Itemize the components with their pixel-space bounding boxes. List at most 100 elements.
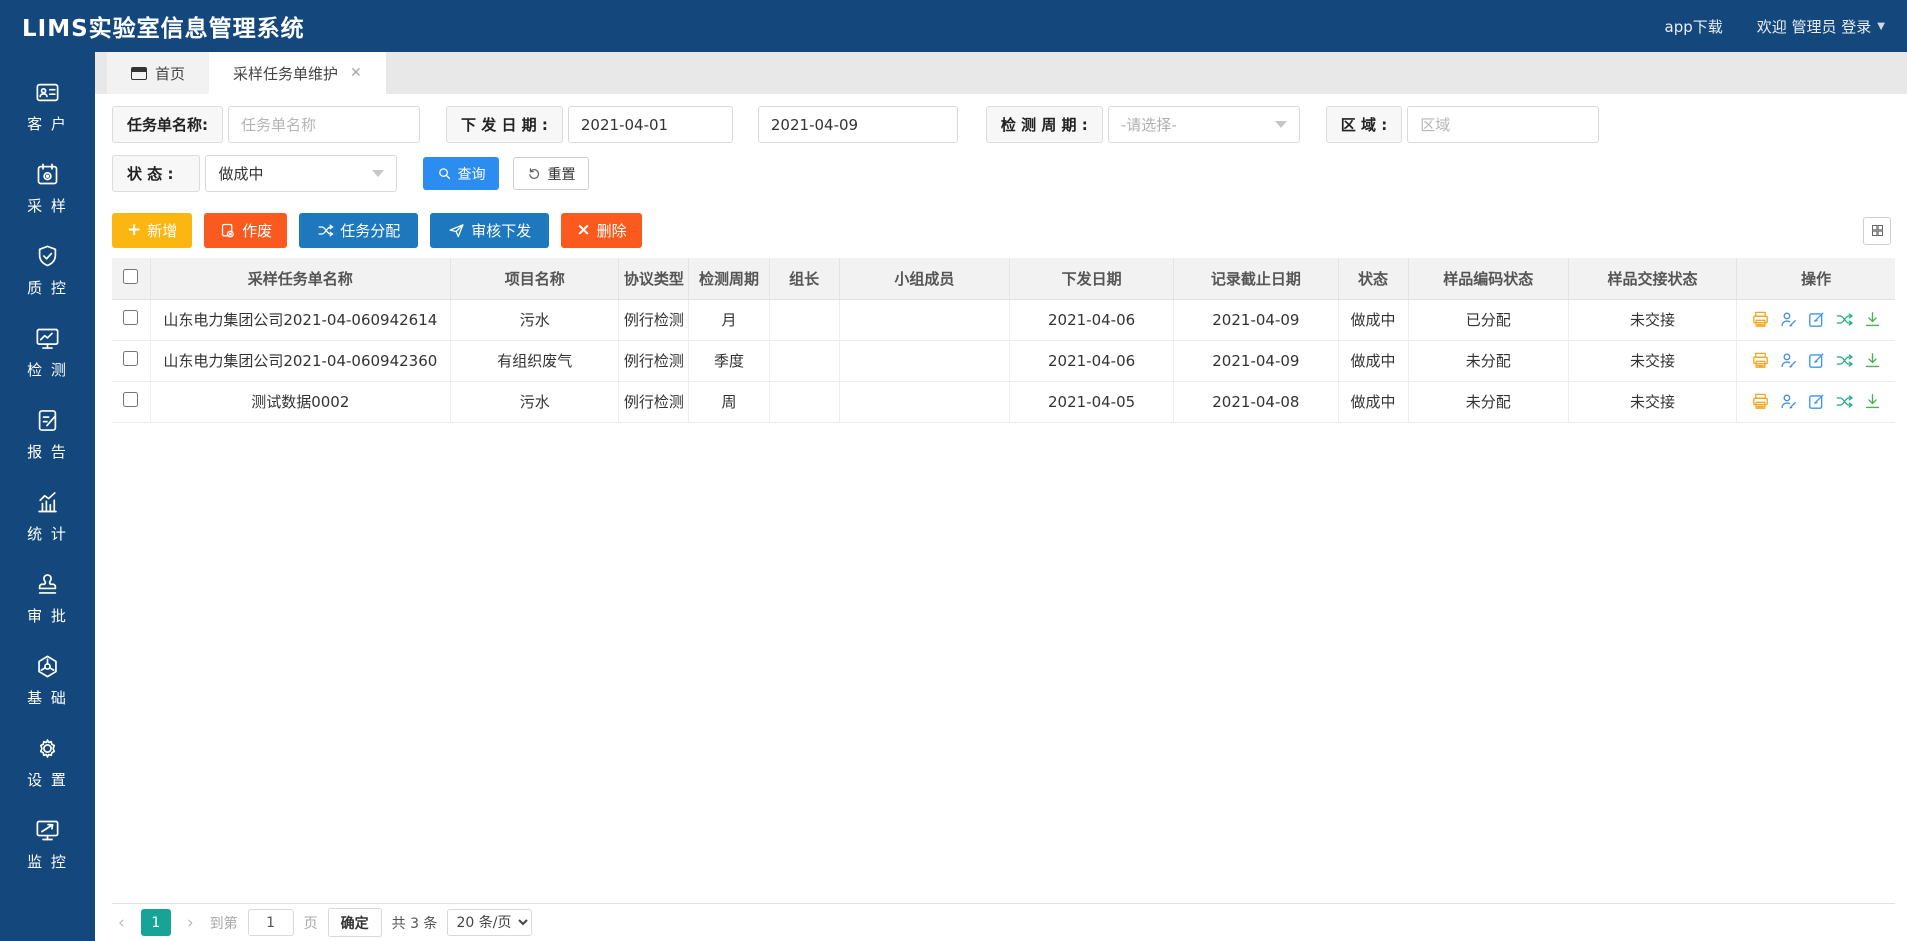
edit-icon[interactable] [1807,392,1826,411]
cell-issue-date: 2021-04-05 [1009,381,1175,423]
sidebar-label: 检 测 [27,361,68,379]
review-issue-button[interactable]: 审核下发 [430,213,550,248]
table-header-row: 采样任务单名称 项目名称 协议类型 检测周期 组长 小组成员 下发日期 记录截止… [112,258,1895,300]
search-button[interactable]: 查询 [423,157,500,190]
cell-status: 做成中 [1338,340,1409,382]
cell-code-status: 已分配 [1408,299,1569,341]
sidebar-item-settings[interactable]: 设 置 [0,722,95,804]
download-icon[interactable] [1863,351,1882,370]
select-all-checkbox[interactable] [123,268,139,284]
confirm-page-button[interactable]: 确定 [327,908,382,937]
select-all-cell [112,258,151,300]
cell-deadline: 2021-04-09 [1173,299,1339,341]
cell-code-status: 未分配 [1408,340,1569,382]
cell-deadline: 2021-04-08 [1173,381,1339,423]
issue-date-from-input[interactable] [567,106,733,143]
print-icon[interactable] [1751,392,1770,411]
sidebar-item-report[interactable]: 报 告 [0,394,95,476]
tab-label: 首页 [155,64,186,83]
chevron-down-icon: ▼ [1877,20,1885,32]
goto-label: 到第 [209,915,238,932]
cell-project: 污水 [450,381,620,423]
app-header: LIMS实验室信息管理系统 app下载 欢迎 管理员 登录 ▼ [0,0,1907,52]
row-checkbox[interactable] [123,392,139,407]
close-icon[interactable]: ✕ [350,65,362,81]
add-button-label: 新增 [147,222,178,240]
sidebar-item-statistics[interactable]: 统 计 [0,476,95,558]
sidebar-label: 客 户 [27,115,68,133]
tab-sampling-task-maintenance[interactable]: 采样任务单维护 ✕ [209,52,386,94]
user-menu[interactable]: 欢迎 管理员 登录 ▼ [1757,16,1885,37]
download-icon[interactable] [1863,392,1882,411]
next-page-icon[interactable]: › [181,913,200,933]
refresh-icon [529,168,540,179]
sidebar-item-customer[interactable]: 客 户 [0,66,95,148]
col-code-status: 样品编码状态 [1408,258,1569,300]
cube-icon [38,655,57,678]
cell-project: 有组织废气 [450,340,620,382]
sidebar-item-basic[interactable]: 基 础 [0,640,95,722]
print-icon[interactable] [1751,351,1770,370]
sidebar-label: 监 控 [27,853,68,871]
sidebar-label: 报 告 [27,443,68,461]
add-button[interactable]: + 新增 [112,213,193,248]
prev-page-icon[interactable]: ‹ [112,913,131,933]
edit-icon[interactable] [1807,351,1826,370]
sidebar-item-approval[interactable]: 审 批 [0,558,95,640]
sidebar-label: 基 础 [27,689,68,707]
test-cycle-select[interactable]: -请选择- [1107,106,1300,143]
void-button[interactable]: 作废 [204,213,288,248]
delete-button[interactable]: × 删除 [561,213,642,248]
download-icon[interactable] [1863,310,1882,329]
monitor-arrow-icon [36,820,59,841]
issue-date-to-input[interactable] [757,106,958,143]
cell-status: 做成中 [1338,299,1409,341]
window-icon [131,66,147,80]
cell-handover-status: 未交接 [1568,381,1738,423]
current-page-button[interactable]: 1 [140,909,171,936]
assign-user-icon[interactable] [1779,310,1798,329]
column-settings-button[interactable] [1863,216,1891,245]
edit-icon[interactable] [1807,310,1826,329]
col-leader: 组长 [769,258,840,300]
task-table: 采样任务单名称 项目名称 协议类型 检测周期 组长 小组成员 下发日期 记录截止… [95,258,1907,423]
task-name-label: 任务单名称: [112,106,223,143]
page-size-select[interactable]: 20 条/页 [447,909,533,936]
assign-user-icon[interactable] [1779,392,1798,411]
col-deadline: 记录截止日期 [1173,258,1339,300]
sidebar-item-monitoring[interactable]: 监 控 [0,804,95,886]
page-number-input[interactable] [247,909,294,936]
status-select[interactable]: 做成中 [205,155,398,192]
sidebar-label: 采 样 [27,197,68,215]
print-icon[interactable] [1751,310,1770,329]
row-checkbox[interactable] [123,351,139,366]
col-status: 状态 [1338,258,1409,300]
cell-members [839,299,1010,341]
total-count-label: 共 3 条 [391,915,438,932]
region-input[interactable] [1407,106,1600,143]
filter-area: 任务单名称: 下 发 日 期 : 检 测 周 期 : -请选择- [95,94,1907,204]
assign-task-button[interactable]: 任务分配 [299,213,419,248]
shuffle-icon[interactable] [1835,392,1854,411]
shuffle-icon[interactable] [1835,351,1854,370]
shuffle-icon[interactable] [1835,310,1854,329]
sidebar-item-sampling[interactable]: 采 样 [0,148,95,230]
row-select-cell [112,381,151,423]
sidebar-label: 质 控 [27,279,68,297]
shield-check-icon [38,245,57,267]
col-issue-date: 下发日期 [1009,258,1175,300]
assign-user-icon[interactable] [1779,351,1798,370]
cell-cycle: 周 [688,381,770,423]
table-row: 山东电力集团公司2021-04-060942360 有组织废气 例行检测 季度 2021… [112,340,1895,382]
cell-protocol: 例行检测 [618,340,690,382]
sidebar-item-testing[interactable]: 检 测 [0,312,95,394]
assign-task-button-label: 任务分配 [340,222,401,240]
row-checkbox[interactable] [123,310,139,325]
reset-button[interactable]: 重置 [513,157,590,190]
tab-home[interactable]: 首页 [107,52,210,94]
cell-status: 做成中 [1338,381,1409,423]
task-name-input[interactable] [228,106,420,143]
cell-task-name: 山东电力集团公司2021-04-060942614 [150,299,452,341]
sidebar-item-qc[interactable]: 质 控 [0,230,95,312]
app-download-link[interactable]: app下载 [1665,16,1723,37]
